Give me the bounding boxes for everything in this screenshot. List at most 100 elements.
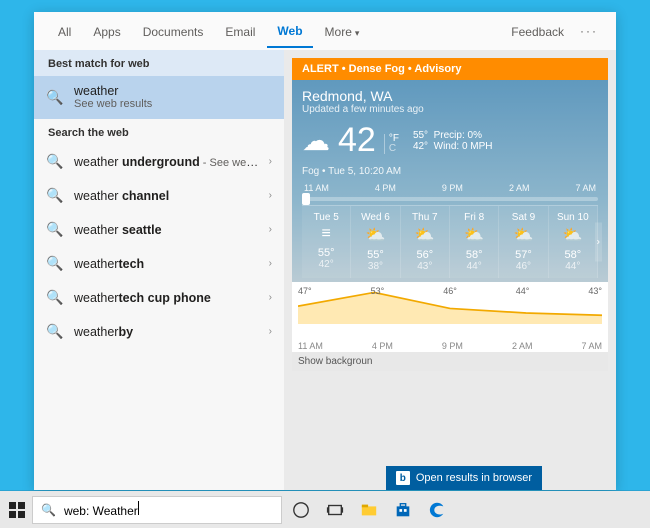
web-suggestion[interactable]: 🔍 weather channel › (34, 179, 284, 213)
web-suggestion[interactable]: 🔍 weather seattle › (34, 213, 284, 247)
tab-more-label: More (325, 25, 352, 39)
best-match-item[interactable]: 🔍 weather See web results (34, 76, 284, 119)
hourly-slider[interactable]: 11 AM4 PM9 PM2 AM7 AM (302, 183, 598, 201)
slider-knob[interactable] (302, 193, 310, 205)
tab-web[interactable]: Web (267, 14, 312, 48)
microsoft-store-icon[interactable] (388, 495, 418, 525)
results-sidebar: Best match for web 🔍 weather See web res… (34, 50, 284, 490)
forecast-day[interactable]: Thu 7 ⛅ 56° 43° (401, 206, 450, 278)
day-label: Fri 8 (452, 212, 496, 223)
suggestion-text: weather seattle (74, 223, 162, 237)
file-explorer-icon[interactable] (354, 495, 384, 525)
timeline-label: 2 AM (509, 183, 530, 193)
weather-icon: ⛅ (353, 225, 397, 245)
daily-forecast: Tue 5 ≡ 55° 42°Wed 6 ⛅ 55° 38°Thu 7 ⛅ 56… (302, 205, 598, 278)
cortana-icon[interactable] (286, 495, 316, 525)
day-hi: 58° (452, 249, 496, 261)
search-icon: 🔍 (46, 187, 64, 204)
task-view-icon[interactable] (320, 495, 350, 525)
taskbar: 🔍 web: Weather (0, 491, 650, 528)
suggestion-text: weathertech cup phone (74, 291, 211, 305)
day-hi: 56° (403, 249, 447, 261)
forecast-day[interactable]: Wed 6 ⛅ 55° 38° (351, 206, 400, 278)
forecast-day[interactable]: Tue 5 ≡ 55° 42° (302, 206, 351, 278)
edge-icon[interactable] (422, 495, 452, 525)
suggestion-text: weather channel (74, 189, 169, 203)
day-lo: 44° (452, 261, 496, 272)
chevron-down-icon: ▾ (355, 28, 360, 38)
wind: Wind: 0 MPH (434, 141, 493, 152)
search-icon: 🔍 (46, 323, 64, 340)
day-label: Sat 9 (501, 212, 545, 223)
tab-all[interactable]: All (48, 15, 81, 47)
weather-icon: ⛅ (501, 225, 545, 245)
suggestion-text: weatherby (74, 325, 133, 339)
search-query: Weather (93, 504, 138, 518)
open-in-browser-button[interactable]: b Open results in browser (386, 466, 542, 490)
tab-more[interactable]: More▾ (315, 15, 370, 47)
chart-value-label: 46° (443, 286, 457, 296)
timeline-label: 11 AM (304, 183, 329, 193)
web-suggestion[interactable]: 🔍 weathertech cup phone › (34, 281, 284, 315)
tab-apps[interactable]: Apps (83, 15, 130, 47)
web-suggestion[interactable]: 🔍 weather underground - See web results … (34, 145, 284, 179)
best-match-header: Best match for web (34, 50, 284, 76)
chart-value-label: 53° (371, 286, 385, 296)
day-hi: 57° (501, 249, 545, 261)
best-match-sub: See web results (74, 98, 272, 110)
open-in-browser-label: Open results in browser (416, 472, 532, 484)
weather-updated: Updated a few minutes ago (302, 104, 598, 115)
forecast-day[interactable]: Sat 9 ⛅ 57° 46° (499, 206, 548, 278)
chevron-right-icon: › (269, 326, 272, 337)
web-suggestion[interactable]: 🔍 weatherby › (34, 315, 284, 349)
chevron-right-icon: › (269, 258, 272, 269)
chart-x-label: 2 AM (512, 341, 533, 351)
day-hi: 55° (304, 247, 348, 259)
day-lo: 46° (501, 261, 545, 272)
search-icon: 🔍 (46, 153, 64, 170)
chart-value-label: 43° (588, 286, 602, 296)
bing-icon: b (396, 471, 410, 485)
show-background-link[interactable]: Show backgroun (298, 356, 373, 367)
temp-chart: 47°53°46°44°43° 11 AM4 PM9 PM2 AM7 AM (292, 282, 608, 352)
web-suggestion[interactable]: 🔍 weathertech › (34, 247, 284, 281)
forecast-day[interactable]: Fri 8 ⛅ 58° 44° (450, 206, 499, 278)
suggestion-text: weather underground - See web results (74, 155, 259, 169)
day-lo: 38° (353, 261, 397, 272)
preview-pane: ALERT • Dense Fog • Advisory Redmond, WA… (284, 50, 616, 490)
forecast-day[interactable]: Sun 10 ⛅ 58° 44° (549, 206, 598, 278)
timeline-label: 7 AM (575, 183, 596, 193)
day-hi: 55° (353, 249, 397, 261)
tab-email[interactable]: Email (215, 15, 265, 47)
feedback-link[interactable]: Feedback (501, 15, 574, 47)
weather-icon: ⛅ (452, 225, 496, 245)
best-match-title: weather (74, 84, 272, 98)
day-lo: 44° (551, 261, 595, 272)
tab-documents[interactable]: Documents (133, 15, 214, 47)
timeline-label: 9 PM (442, 183, 463, 193)
unit-c: C (389, 144, 399, 154)
day-hi: 58° (551, 249, 595, 261)
chevron-right-icon: › (269, 292, 272, 303)
search-icon: 🔍 (46, 89, 64, 106)
chart-x-label: 7 AM (581, 341, 602, 351)
start-button[interactable] (6, 499, 28, 521)
fog-icon: ☁ (302, 127, 330, 155)
weather-icon: ⛅ (551, 225, 595, 245)
day-label: Wed 6 (353, 212, 397, 223)
forecast-next-icon[interactable]: › (595, 223, 602, 262)
scope-tabs: All Apps Documents Email Web More▾ Feedb… (34, 12, 616, 50)
weather-location: Redmond, WA (302, 88, 598, 104)
unit-toggle[interactable]: °F C (384, 134, 399, 154)
hi-temp: 55° (413, 130, 428, 141)
weather-icon: ⛅ (403, 225, 447, 245)
day-lo: 42° (304, 259, 348, 270)
suggestion-text: weathertech (74, 257, 144, 271)
condition-text: Fog • Tue 5, 10:20 AM (302, 166, 598, 177)
search-icon: 🔍 (46, 289, 64, 306)
more-options-icon[interactable]: ··· (576, 18, 602, 44)
search-icon: 🔍 (46, 255, 64, 272)
taskbar-search-input[interactable]: 🔍 web: Weather (32, 496, 282, 524)
search-icon: 🔍 (41, 503, 56, 517)
weather-alert-banner[interactable]: ALERT • Dense Fog • Advisory (292, 58, 608, 80)
